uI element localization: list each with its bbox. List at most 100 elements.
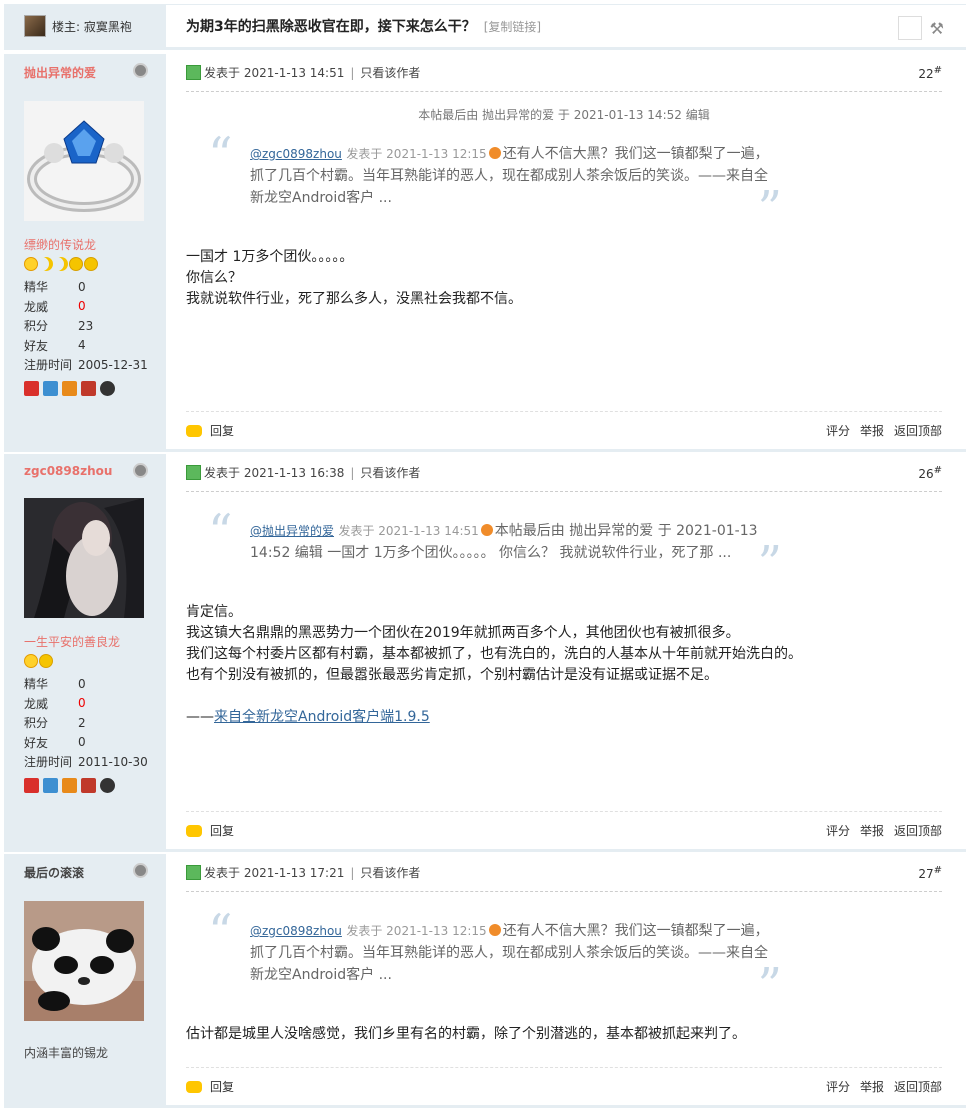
quote-block: “ @zgc0898zhou 发表于 2021-1-13 12:15 还有人不信大… — [208, 131, 782, 233]
goto-icon[interactable] — [488, 147, 501, 159]
stat-value[interactable]: 0 — [78, 735, 86, 749]
report-button[interactable]: 举报 — [860, 822, 884, 839]
medal-icon[interactable] — [100, 777, 115, 793]
back-top-button[interactable]: 返回顶部 — [894, 822, 942, 839]
floor-value: 27 — [918, 866, 934, 881]
medal-icon[interactable] — [43, 777, 58, 793]
back-top-button[interactable]: 返回顶部 — [894, 422, 942, 439]
only-author-link[interactable]: 只看该作者 — [360, 864, 420, 881]
medal-icon[interactable] — [43, 380, 58, 396]
medal-icon[interactable] — [24, 380, 39, 396]
quote-user-link[interactable]: @zgc0898zhou — [250, 924, 342, 938]
starter-label: 楼主: 寂寞黑袍 — [52, 19, 132, 34]
wrench-icon[interactable]: ⚒ — [930, 19, 944, 38]
only-author-link[interactable]: 只看该作者 — [360, 64, 420, 81]
stat-label: 注册时间 — [24, 755, 73, 770]
rate-button[interactable]: 评分 — [826, 422, 850, 439]
post-content: 发表于 2021-1-13 16:38 | 只看该作者 26# “ @抛出异常的… — [166, 454, 966, 849]
floor-number[interactable]: 26# — [918, 465, 942, 481]
report-button[interactable]: 举报 — [860, 1078, 884, 1095]
user-icon — [186, 865, 201, 880]
goto-icon[interactable] — [488, 924, 501, 936]
copy-link-button[interactable]: [复制链接] — [484, 18, 541, 35]
post-time: 2021-1-13 16:38 — [243, 465, 345, 480]
quote-user-link[interactable]: @zgc0898zhou — [250, 147, 342, 161]
floor-number[interactable]: 27# — [918, 865, 942, 881]
stat-label: 精华 — [24, 677, 49, 692]
stat-label: 精华 — [24, 280, 49, 295]
stat-value[interactable]: 0 — [78, 677, 86, 691]
stat-value[interactable]: 23 — [78, 319, 93, 333]
stat-value[interactable]: 0 — [78, 280, 86, 294]
avatar[interactable] — [24, 101, 144, 221]
quote-meta: 发表于 2021-1-13 14:51 — [338, 524, 479, 538]
body-line: 一国才 1万多个团伙。。。。。 — [186, 249, 354, 265]
reply-icon[interactable] — [186, 424, 202, 437]
user-status-icon — [133, 63, 148, 78]
user-sidebar: 抛出异常的爱 缥缈的传说龙 精华 0 龙威 0 积分 23 好友 4 注册时间 … — [4, 54, 166, 449]
post-time: 2021-1-13 17:21 — [243, 865, 345, 880]
quote-meta: 发表于 2021-1-13 12:15 — [346, 924, 487, 938]
user-status-icon — [133, 863, 148, 878]
signature-link[interactable]: 来自全新龙空Android客户端1.9.5 — [214, 709, 430, 725]
reply-icon[interactable] — [186, 824, 202, 837]
quote-block: “ @抛出异常的爱 发表于 2021-1-13 14:51 本帖最后由 抛出异常的… — [208, 508, 782, 588]
medal-icon[interactable] — [81, 777, 96, 793]
body-line: 我就说软件行业，死了那么多人，没黑社会我都不信。 — [186, 291, 522, 307]
stat-value[interactable]: 0 — [78, 299, 86, 313]
user-stats: 精华 0 龙威 0 积分 2 好友 0 注册时间 2011-10-30 — [24, 674, 166, 772]
quote-user-link[interactable]: @抛出异常的爱 — [250, 524, 334, 538]
open-quote-icon: “ — [208, 904, 233, 960]
medal-icon[interactable] — [24, 777, 39, 793]
thread-starter[interactable]: 楼主: 寂寞黑袍 — [4, 5, 166, 47]
medal-icon[interactable] — [100, 380, 115, 396]
user-rank: 一生平安的善良龙 — [24, 635, 121, 649]
star-icon — [39, 654, 53, 668]
floor-number[interactable]: 22# — [918, 65, 942, 81]
stat-value[interactable]: 2 — [78, 716, 86, 730]
checkbox[interactable] — [898, 16, 922, 40]
user-sidebar: zgc0898zhou 一生平安的善良龙 精华 0 龙威 0 积分 2 好友 0 注册时 — [4, 454, 166, 849]
post-meta: 发表于 2021-1-13 16:38 | 只看该作者 26# — [186, 454, 942, 492]
post-footer: 回复 评分 举报 返回顶部 — [186, 411, 942, 449]
signature-prefix: —— — [186, 709, 214, 725]
body-line: 我这镇大名鼎鼎的黑恶势力一个团伙在2019年就抓两百多个人，其他团伙也有被抓很多… — [186, 625, 740, 641]
starter-avatar[interactable] — [24, 15, 46, 37]
rate-button[interactable]: 评分 — [826, 822, 850, 839]
medal-icon[interactable] — [81, 380, 96, 396]
body-line: 也有个别没有被抓的，但最嚣张最恶劣肯定抓，个别村霸估计是没有证据或证据不足。 — [186, 667, 718, 683]
star-icon — [84, 257, 98, 271]
body-line: 我们这每个村委片区都有村霸，基本都被抓了，也有洗白的，洗白的人基本从十年前就开始… — [186, 646, 802, 662]
goto-icon[interactable] — [480, 524, 493, 536]
floor-value: 22 — [918, 66, 934, 81]
stat-value[interactable]: 4 — [78, 338, 86, 352]
posted-prefix: 发表于 — [204, 866, 241, 880]
close-quote-icon: ” — [757, 958, 782, 1014]
rate-button[interactable]: 评分 — [826, 1078, 850, 1095]
medal-icon[interactable] — [62, 380, 77, 396]
stat-value[interactable]: 0 — [78, 696, 86, 710]
reply-icon[interactable] — [186, 1080, 202, 1093]
body-line: 估计都是城里人没啥感觉，我们乡里有名的村霸，除了个别潜逃的，基本都被抓起来判了。 — [186, 1026, 746, 1042]
medal-icon[interactable] — [62, 777, 77, 793]
post-footer: 回复 评分 举报 返回顶部 — [186, 811, 942, 849]
open-quote-icon: “ — [208, 127, 233, 183]
post-body: 肯定信。 我这镇大名鼎鼎的黑恶势力一个团伙在2019年就抓两百多个人，其他团伙也… — [186, 602, 942, 728]
user-icon — [186, 465, 201, 480]
avatar[interactable] — [24, 901, 144, 1021]
report-button[interactable]: 举报 — [860, 422, 884, 439]
back-top-button[interactable]: 返回顶部 — [894, 1078, 942, 1095]
reply-button[interactable]: 回复 — [210, 1078, 234, 1095]
close-quote-icon: ” — [757, 181, 782, 237]
reply-button[interactable]: 回复 — [210, 422, 234, 439]
user-status-icon — [133, 463, 148, 478]
only-author-link[interactable]: 只看该作者 — [360, 464, 420, 481]
close-quote-icon: ” — [757, 536, 782, 592]
reply-button[interactable]: 回复 — [210, 822, 234, 839]
post-content: 发表于 2021-1-13 14:51 | 只看该作者 22# 本帖最后由 抛出… — [166, 54, 966, 449]
moon-icon — [39, 257, 53, 271]
avatar[interactable] — [24, 498, 144, 618]
body-line: 肯定信。 — [186, 604, 242, 620]
user-stats: 精华 0 龙威 0 积分 23 好友 4 注册时间 2005-12-31 — [24, 277, 166, 375]
stat-label: 龙威 — [24, 696, 49, 711]
